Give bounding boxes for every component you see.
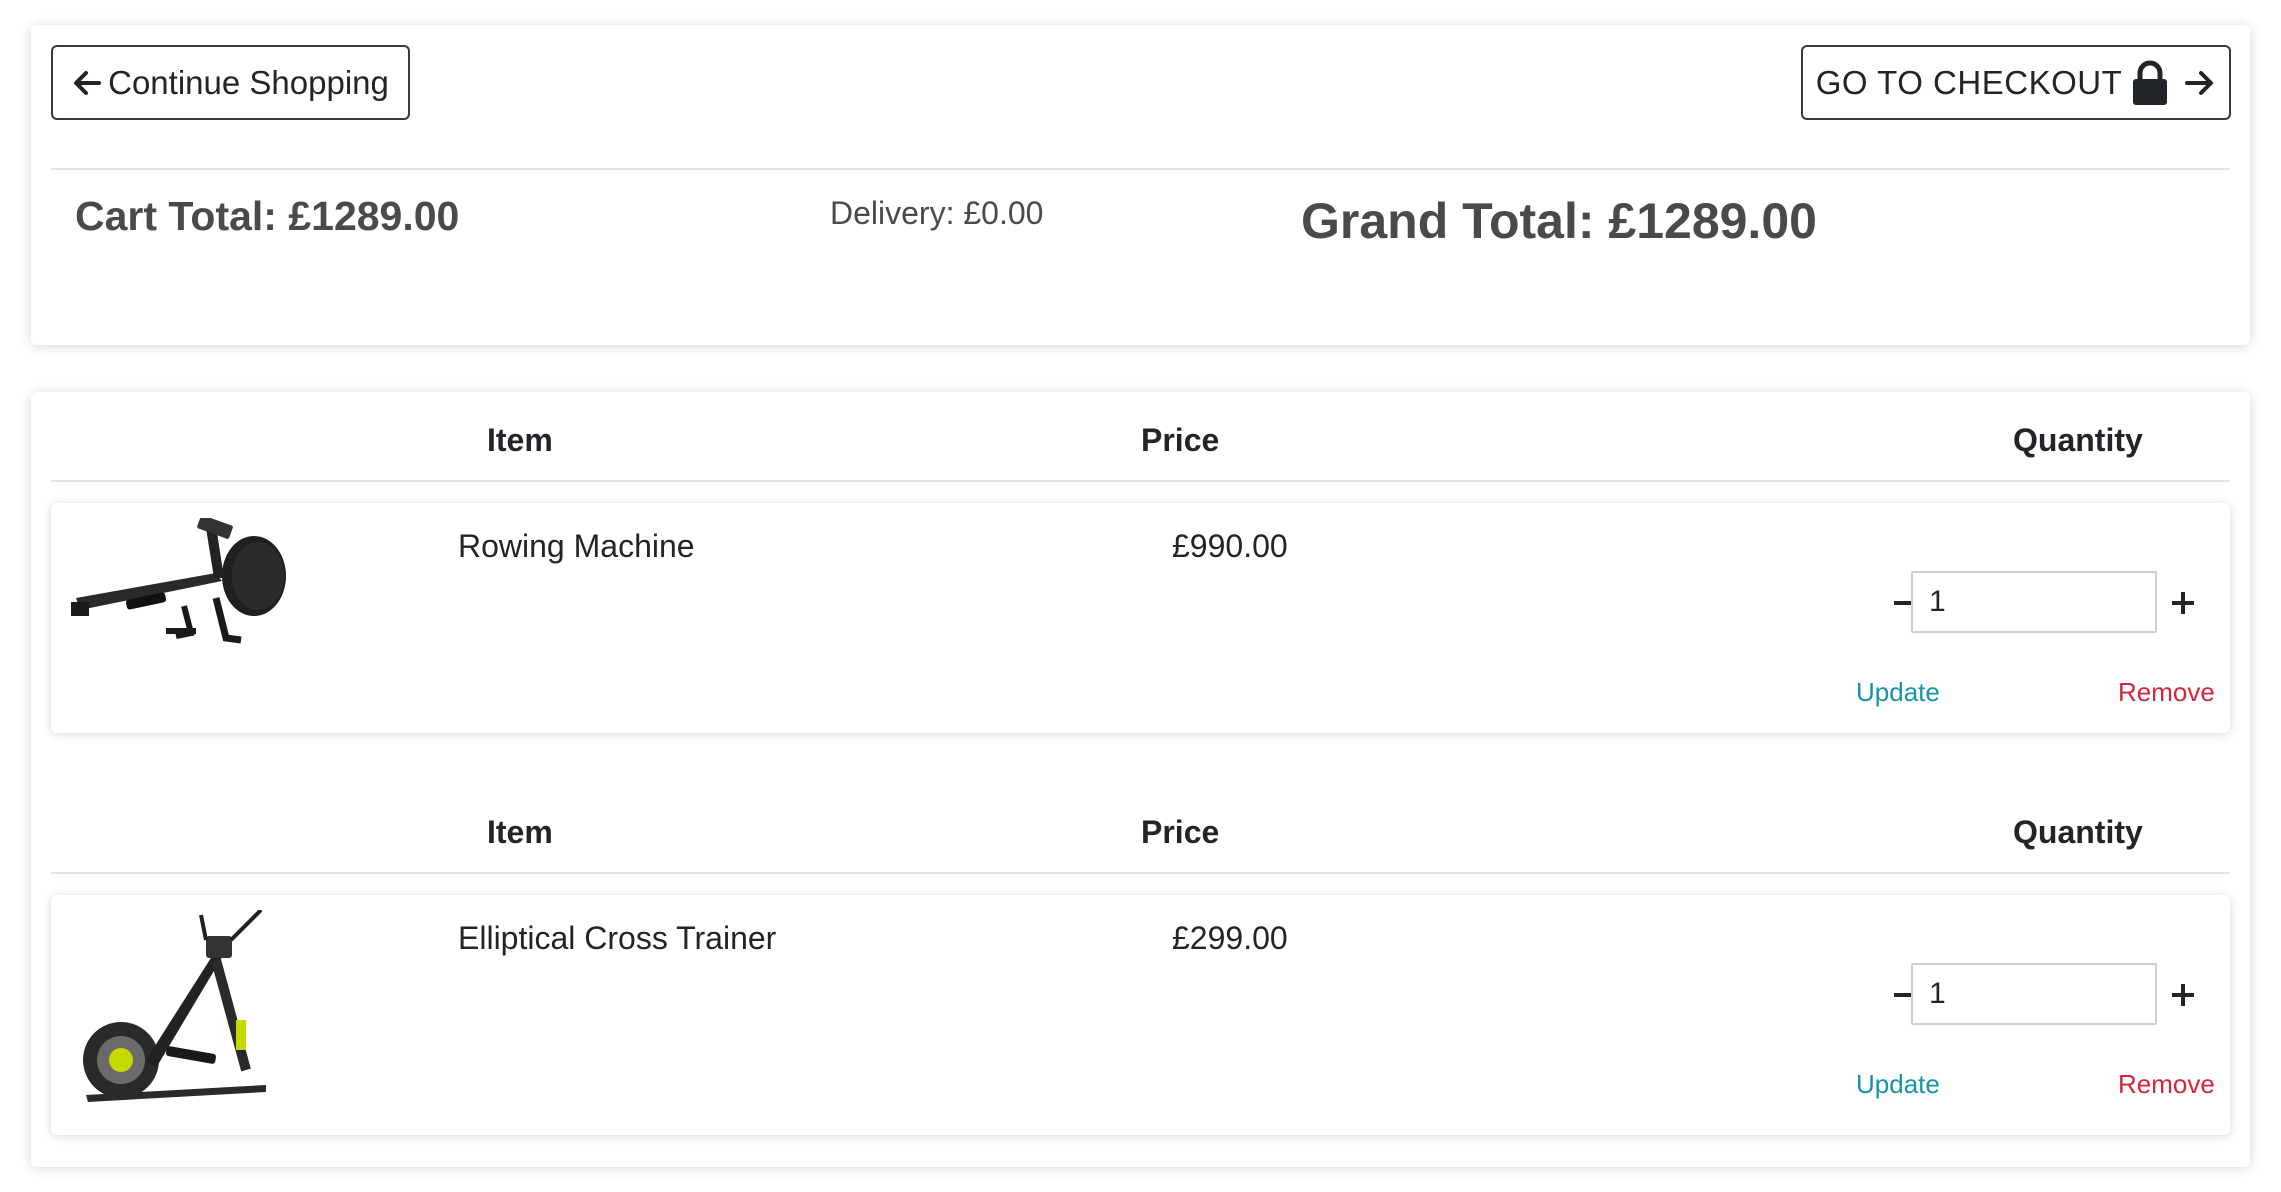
cart-summary-card: Continue Shopping GO TO CHECKOUT Cart To…: [31, 25, 2250, 345]
shopping-cart-page: Continue Shopping GO TO CHECKOUT Cart To…: [0, 0, 2281, 1192]
arrow-left-icon: [74, 70, 102, 95]
product-row: Elliptical Cross Trainer £299.00 Update …: [51, 895, 2230, 1135]
header-quantity: Quantity: [2013, 422, 2143, 458]
cart-total: Cart Total: £1289.00: [75, 193, 460, 239]
header-item: Item: [487, 814, 553, 850]
summary-divider: [51, 168, 2230, 170]
continue-shopping-label: Continue Shopping: [108, 63, 389, 101]
header-divider: [51, 872, 2230, 874]
table-header-row: Item Price Quantity: [31, 392, 2250, 482]
header-item: Item: [487, 422, 553, 458]
cart-item-block: Item Price Quantity Elliptical Cross Tra…: [31, 774, 2250, 1177]
continue-shopping-button[interactable]: Continue Shopping: [51, 45, 410, 120]
plus-icon: [2172, 984, 2194, 1006]
header-price: Price: [1141, 814, 1220, 850]
lock-icon: [2133, 60, 2168, 105]
header-divider: [51, 480, 2230, 482]
go-to-checkout-button[interactable]: GO TO CHECKOUT: [1801, 45, 2231, 120]
cart-item-block: Item Price Quantity Rowing Machine £990.…: [31, 392, 2250, 774]
elliptical-trainer-image: [83, 910, 266, 1102]
product-row: Rowing Machine £990.00 Update Remove: [51, 503, 2230, 733]
grand-total: Grand Total: £1289.00: [1301, 193, 1817, 249]
plus-icon: [2172, 592, 2194, 614]
rowing-machine-image: [71, 518, 286, 644]
arrow-right-icon: [2185, 70, 2214, 95]
product-name[interactable]: Elliptical Cross Trainer: [458, 920, 776, 957]
increase-quantity-button[interactable]: [2163, 974, 2203, 1014]
checkout-label: GO TO CHECKOUT: [1815, 63, 2123, 101]
table-header-row: Item Price Quantity: [31, 784, 2250, 874]
header-price: Price: [1141, 422, 1220, 458]
update-link[interactable]: Update: [1856, 1069, 1940, 1100]
remove-link[interactable]: Remove: [2118, 1069, 2215, 1100]
update-link[interactable]: Update: [1856, 677, 1940, 708]
quantity-input[interactable]: [1911, 571, 2157, 633]
product-name[interactable]: Rowing Machine: [458, 528, 695, 565]
header-quantity: Quantity: [2013, 814, 2143, 850]
delivery-cost: Delivery: £0.00: [830, 195, 1044, 231]
quantity-input[interactable]: [1911, 963, 2157, 1025]
increase-quantity-button[interactable]: [2163, 582, 2203, 622]
remove-link[interactable]: Remove: [2118, 677, 2215, 708]
product-price: £299.00: [1172, 920, 1288, 956]
product-price: £990.00: [1172, 528, 1288, 564]
cart-items-card: Item Price Quantity Rowing Machine £990.…: [31, 392, 2250, 1167]
